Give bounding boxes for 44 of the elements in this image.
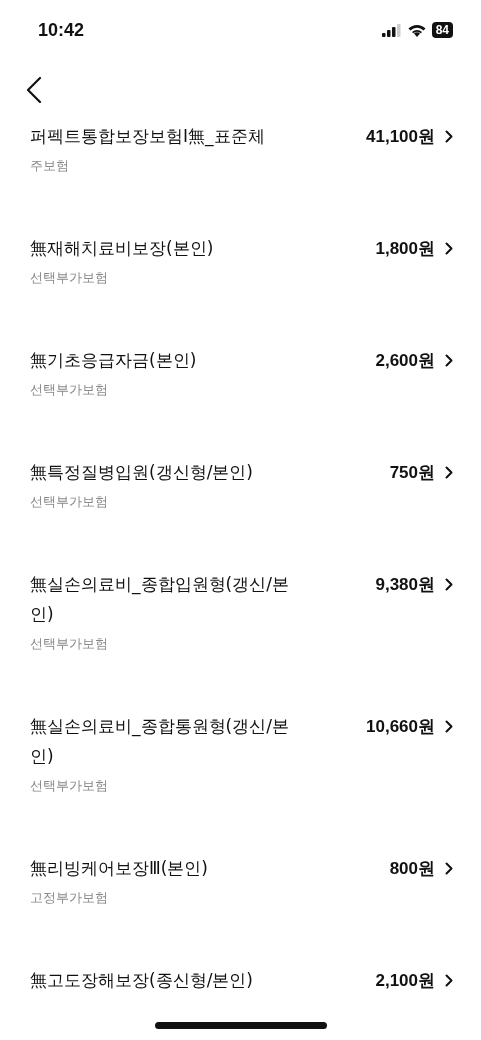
status-time: 10:42 <box>38 19 85 41</box>
battery-indicator: 84 <box>431 22 453 38</box>
coverage-name: 퍼펙트통합보장보험I無_표준체 <box>30 125 266 149</box>
coverage-type: 선택부가보험 <box>30 381 109 399</box>
back-icon[interactable] <box>26 77 42 103</box>
signal-icon <box>381 23 402 37</box>
coverage-type: 선택부가보험 <box>30 635 109 653</box>
coverage-item[interactable]: 無고도장해보장(종신형/본인) 2,100원 <box>30 965 453 1040</box>
coverage-name: 無특정질병입원(갱신형/본인) <box>30 461 254 484</box>
coverage-item[interactable]: 퍼펙트통합보장보험I無_표준체 주보험 41,100원 <box>30 121 453 233</box>
coverage-name: 無실손의료비_종합통원형(갱신/본인) <box>30 715 290 768</box>
coverage-type: 주보험 <box>30 157 70 175</box>
chevron-right-icon <box>445 577 453 591</box>
coverage-type: 고정부가보험 <box>30 889 109 907</box>
coverage-item[interactable]: 無실손의료비_종합통원형(갱신/본인) 선택부가보험 10,660원 <box>30 711 453 853</box>
premium-amount: 750원 <box>389 461 435 484</box>
chevron-right-icon <box>445 353 453 367</box>
premium-amount: 800원 <box>389 857 435 880</box>
chevron-right-icon <box>445 719 453 733</box>
coverage-name: 無실손의료비_종합입원형(갱신/본인) <box>30 573 290 626</box>
coverage-item[interactable]: 無특정질병입원(갱신형/본인) 선택부가보험 750원 <box>30 457 453 569</box>
chevron-right-icon <box>445 861 453 875</box>
premium-amount: 1,800원 <box>375 237 435 260</box>
coverage-type: 선택부가보험 <box>30 777 109 795</box>
premium-amount: 2,600원 <box>375 349 435 372</box>
premium-amount: 9,380원 <box>375 573 435 596</box>
coverage-item[interactable]: 無실손의료비_종합입원형(갱신/본인) 선택부가보험 9,380원 <box>30 569 453 711</box>
chevron-right-icon <box>445 241 453 255</box>
coverage-item[interactable]: 無재해치료비보장(본인) 선택부가보험 1,800원 <box>30 233 453 345</box>
coverage-item[interactable]: 無기초응급자금(본인) 선택부가보험 2,600원 <box>30 345 453 457</box>
chevron-right-icon <box>445 129 453 143</box>
coverage-name: 無기초응급자금(본인) <box>30 349 198 372</box>
coverage-item[interactable]: 無리빙케어보장Ⅲ(본인) 고정부가보험 800원 <box>30 853 453 965</box>
chevron-right-icon <box>445 465 453 479</box>
premium-amount: 2,100원 <box>375 969 435 992</box>
coverage-type: 선택부가보험 <box>30 269 109 287</box>
coverage-name: 無재해치료비보장(본인) <box>30 237 215 260</box>
wifi-icon <box>407 23 426 37</box>
premium-amount: 41,100원 <box>366 125 435 148</box>
chevron-right-icon <box>445 973 453 987</box>
coverage-type: 선택부가보험 <box>30 493 109 511</box>
coverage-name: 無리빙케어보장Ⅲ(본인) <box>30 857 209 880</box>
coverage-name: 無고도장해보장(종신형/본인) <box>30 969 254 992</box>
premium-amount: 10,660원 <box>366 715 435 738</box>
